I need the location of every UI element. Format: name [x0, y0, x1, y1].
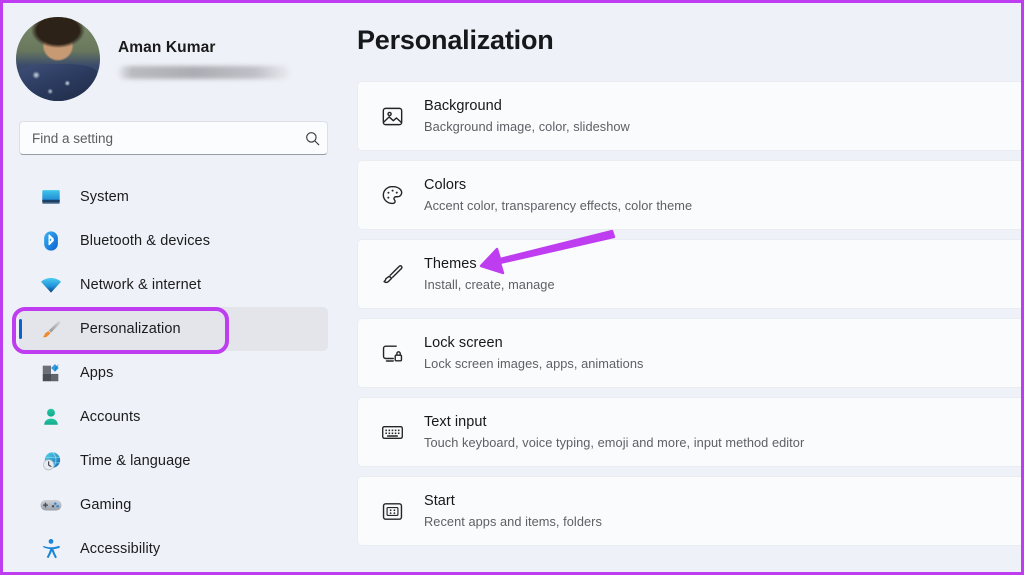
settings-card-lock-screen[interactable]: Lock screen Lock screen images, apps, an… [357, 318, 1021, 388]
sidebar-item-label: Gaming [80, 497, 132, 513]
palette-icon [374, 183, 410, 208]
settings-card-text-input[interactable]: Text input Touch keyboard, voice typing,… [357, 397, 1021, 467]
card-title: Colors [424, 176, 467, 193]
sidebar-nav: System Bluetooth & devices Network & int… [3, 175, 340, 571]
search-input[interactable] [20, 130, 297, 146]
sidebar-item-accessibility[interactable]: Accessibility [19, 527, 328, 571]
sidebar-item-time[interactable]: Time & language [19, 439, 328, 483]
account-email-redacted [118, 66, 290, 79]
settings-card-start[interactable]: Start Recent apps and items, folders [357, 476, 1021, 546]
search-box[interactable] [19, 121, 328, 155]
bluetooth-icon [36, 230, 66, 252]
card-subtitle: Background image, color, slideshow [424, 119, 630, 135]
card-text: Lock screen Lock screen images, apps, an… [424, 334, 643, 373]
account-block[interactable]: Aman Kumar [16, 17, 290, 101]
sidebar-item-apps[interactable]: Apps [19, 351, 328, 395]
card-subtitle: Touch keyboard, voice typing, emoji and … [424, 435, 805, 451]
apps-icon [36, 362, 66, 384]
main-content: Personalization Background Background im… [340, 3, 1021, 572]
paintbrush-icon [36, 318, 66, 341]
avatar[interactable] [16, 17, 100, 101]
sidebar-item-system[interactable]: System [19, 175, 328, 219]
paintbrush-icon [374, 262, 410, 287]
sidebar-item-personalization[interactable]: Personalization [19, 307, 328, 351]
person-icon [36, 406, 66, 428]
sidebar-item-label: Accounts [80, 409, 141, 425]
image-icon [374, 104, 410, 129]
settings-card-background[interactable]: Background Background image, color, slid… [357, 81, 1021, 151]
sidebar-item-label: Accessibility [80, 541, 161, 557]
clock-globe-icon [36, 450, 66, 473]
account-name: Aman Kumar [118, 39, 216, 56]
card-text: Colors Accent color, transparency effect… [424, 176, 692, 215]
sidebar-item-bluetooth[interactable]: Bluetooth & devices [19, 219, 328, 263]
accessibility-icon [36, 538, 66, 560]
card-subtitle: Recent apps and items, folders [424, 514, 602, 530]
sidebar-item-label: Bluetooth & devices [80, 233, 211, 249]
card-text: Themes Install, create, manage [424, 255, 555, 294]
sidebar-item-label: Network & internet [80, 277, 202, 293]
card-title: Themes [424, 255, 477, 272]
search-icon[interactable] [297, 131, 327, 146]
card-subtitle: Accent color, transparency effects, colo… [424, 198, 693, 214]
sidebar-item-label: Time & language [80, 453, 191, 469]
card-text: Background Background image, color, slid… [424, 97, 630, 136]
card-subtitle: Lock screen images, apps, animations [424, 356, 644, 372]
settings-window: Aman Kumar Find a setting System Bluetoo… [0, 0, 1024, 575]
keyboard-icon [374, 420, 410, 445]
card-title: Background [424, 97, 502, 114]
sidebar-item-accounts[interactable]: Accounts [19, 395, 328, 439]
settings-card-themes[interactable]: Themes Install, create, manage [357, 239, 1021, 309]
avatar-photo-shirt [19, 64, 97, 101]
lock-screen-icon [374, 341, 410, 366]
settings-sidebar: Aman Kumar Find a setting System Bluetoo… [3, 3, 340, 572]
sidebar-item-label: Apps [80, 365, 114, 381]
page-title: Personalization [357, 25, 554, 55]
settings-card-colors[interactable]: Colors Accent color, transparency effect… [357, 160, 1021, 230]
sidebar-item-label: Personalization [80, 321, 181, 337]
card-title: Start [424, 492, 455, 509]
start-icon [374, 499, 410, 524]
account-text: Aman Kumar [118, 39, 290, 79]
monitor-icon [36, 186, 66, 208]
sidebar-item-label: System [80, 189, 129, 205]
card-subtitle: Install, create, manage [424, 277, 555, 293]
card-text: Text input Touch keyboard, voice typing,… [424, 413, 804, 452]
settings-card-list: Background Background image, color, slid… [357, 81, 1021, 555]
gamepad-icon [36, 493, 66, 517]
wifi-icon [36, 273, 66, 297]
sidebar-item-network[interactable]: Network & internet [19, 263, 328, 307]
card-text: Start Recent apps and items, folders [424, 492, 602, 531]
card-title: Text input [424, 413, 487, 430]
card-title: Lock screen [424, 334, 503, 351]
sidebar-item-gaming[interactable]: Gaming [19, 483, 328, 527]
